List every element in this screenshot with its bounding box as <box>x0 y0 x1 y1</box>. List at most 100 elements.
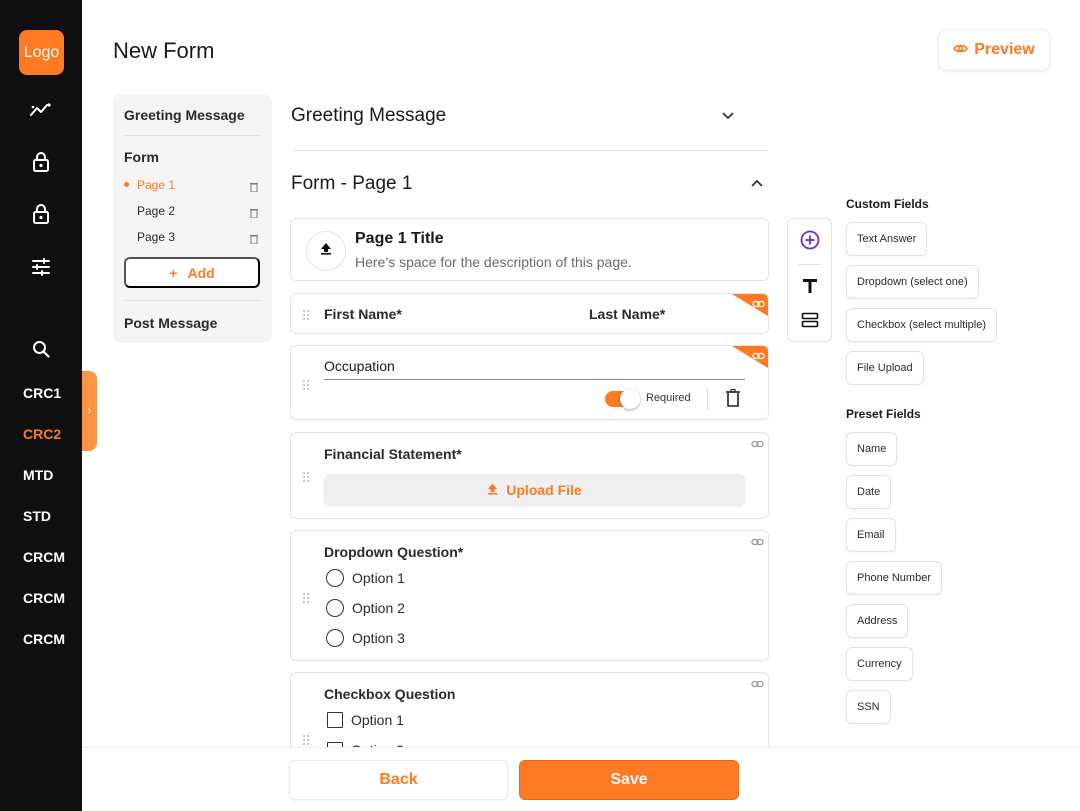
eye-icon <box>953 41 969 59</box>
field-chip-date[interactable]: Date <box>846 475 892 509</box>
sliders-icon[interactable] <box>26 252 56 282</box>
back-button[interactable]: Back <box>289 760 508 800</box>
link-icon[interactable] <box>751 676 764 688</box>
outline-form[interactable]: Form <box>124 149 159 165</box>
drag-handle-icon[interactable] <box>302 591 310 603</box>
radio-icon <box>326 599 344 617</box>
first-name-label: First Name* <box>324 306 402 322</box>
sidebar-item-crcm[interactable]: CRCM <box>23 590 65 606</box>
occupation-input-line <box>324 379 745 380</box>
chevron-up-icon[interactable] <box>750 177 764 191</box>
link-icon[interactable] <box>751 436 764 448</box>
search-icon[interactable] <box>26 334 56 364</box>
add-label: Add <box>187 264 215 281</box>
add-field-icon[interactable] <box>799 229 821 251</box>
occupation-label[interactable]: Occupation <box>324 358 395 374</box>
sidebar-item-crcm[interactable]: CRCM <box>23 631 65 647</box>
checkbox-option[interactable]: Option 1 <box>327 712 404 728</box>
add-page-button[interactable]: + Add <box>124 257 260 288</box>
link-icon[interactable] <box>752 348 765 360</box>
drag-handle-icon[interactable] <box>302 378 310 390</box>
link-icon[interactable] <box>752 296 765 308</box>
required-label: Required <box>646 392 691 404</box>
active-dot <box>124 182 129 187</box>
field-chip-address[interactable]: Address <box>846 604 909 638</box>
upload-icon <box>320 242 332 260</box>
name-field-card[interactable]: First Name* Last Name* <box>290 293 769 334</box>
logo[interactable]: Logo <box>19 30 64 75</box>
greeting-section-heading[interactable]: Greeting Message <box>291 105 446 127</box>
page-header-card[interactable]: Page 1 Title Here’s space for the descri… <box>290 218 769 281</box>
option-label: Option 1 <box>351 712 404 728</box>
sidebar: Logo CRC1 CRC2 MTD STD CRCM CRCM CRCM <box>0 0 82 811</box>
divider <box>124 300 261 301</box>
trend-icon[interactable] <box>26 95 56 125</box>
page-image-upload[interactable] <box>306 231 346 271</box>
option-label: Option 3 <box>352 630 405 646</box>
sidebar-item-mtd[interactable]: MTD <box>23 467 53 483</box>
trash-icon[interactable] <box>250 231 258 245</box>
sidebar-item-crcm[interactable]: CRCM <box>23 549 65 565</box>
field-chip-file-upload[interactable]: File Upload <box>846 351 924 385</box>
dropdown-question-card[interactable]: Dropdown Question* Option 1 Option 2 Opt… <box>290 530 769 661</box>
radio-option[interactable]: Option 1 <box>326 569 405 587</box>
checkbox-icon <box>327 712 343 728</box>
chevron-down-icon[interactable] <box>721 108 735 122</box>
checkbox-question-label: Checkbox Question <box>324 686 456 702</box>
lock-icon[interactable] <box>26 199 56 229</box>
upload-file-button[interactable]: Upload File <box>324 474 745 506</box>
last-name-label: Last Name* <box>589 306 666 322</box>
divider <box>291 150 768 151</box>
financial-statement-card[interactable]: Financial Statement* Upload File <box>290 432 769 519</box>
trash-icon[interactable] <box>250 205 258 219</box>
field-chip-email[interactable]: Email <box>846 518 896 552</box>
custom-fields-heading: Custom Fields <box>846 197 929 211</box>
sidebar-item-std[interactable]: STD <box>23 508 51 524</box>
toggle-knob <box>620 389 640 409</box>
form-section-heading[interactable]: Form - Page 1 <box>291 173 412 195</box>
preview-button[interactable]: Preview <box>938 29 1050 71</box>
outline-page-2[interactable]: Page 2 <box>137 204 175 218</box>
plus-icon: + <box>169 264 178 281</box>
occupation-field-card[interactable]: Occupation Required <box>290 345 769 420</box>
outline-page-1[interactable]: Page 1 <box>137 178 175 192</box>
lock-icon[interactable] <box>26 147 56 177</box>
outline-post-message[interactable]: Post Message <box>124 315 217 331</box>
field-chip-phone-number[interactable]: Phone Number <box>846 561 942 595</box>
outline-page-3[interactable]: Page 3 <box>137 230 175 244</box>
radio-option[interactable]: Option 2 <box>326 599 405 617</box>
field-chip-dropdown[interactable]: Dropdown (select one) <box>846 265 979 299</box>
drag-handle-icon[interactable] <box>302 470 310 482</box>
radio-option[interactable]: Option 3 <box>326 629 405 647</box>
field-chip-ssn[interactable]: SSN <box>846 690 891 724</box>
sidebar-item-crc1[interactable]: CRC1 <box>23 385 61 401</box>
field-chip-currency[interactable]: Currency <box>846 647 913 681</box>
sidebar-item-crc2[interactable]: CRC2 <box>23 426 61 442</box>
outline-greeting[interactable]: Greeting Message <box>124 107 245 123</box>
upload-icon <box>487 482 498 498</box>
field-tool-strip <box>787 218 832 342</box>
financial-statement-label: Financial Statement* <box>324 446 462 462</box>
drag-handle-icon[interactable] <box>302 308 310 320</box>
trash-icon[interactable] <box>250 179 258 193</box>
upload-file-label: Upload File <box>506 482 582 498</box>
dropdown-question-label: Dropdown Question* <box>324 544 464 560</box>
required-toggle[interactable] <box>605 389 640 409</box>
link-icon[interactable] <box>751 534 764 546</box>
save-button[interactable]: Save <box>519 760 739 800</box>
trash-icon[interactable] <box>726 388 740 407</box>
text-icon[interactable] <box>799 275 821 297</box>
option-label: Option 1 <box>352 570 405 586</box>
page-title-text[interactable]: Page 1 Title <box>355 230 444 248</box>
preview-label: Preview <box>974 41 1035 58</box>
radio-icon <box>326 629 344 647</box>
form-outline: Greeting Message Form Page 1 Page 2 Page… <box>113 94 272 343</box>
drag-handle-icon[interactable] <box>302 733 310 745</box>
field-chip-checkbox[interactable]: Checkbox (select multiple) <box>846 308 997 342</box>
section-icon[interactable] <box>799 309 821 331</box>
divider <box>124 135 261 136</box>
field-chip-name[interactable]: Name <box>846 432 898 466</box>
page-description[interactable]: Here’s space for the description of this… <box>355 254 632 270</box>
field-chip-text-answer[interactable]: Text Answer <box>846 222 928 256</box>
sidebar-collapse-handle[interactable]: › <box>82 371 97 451</box>
